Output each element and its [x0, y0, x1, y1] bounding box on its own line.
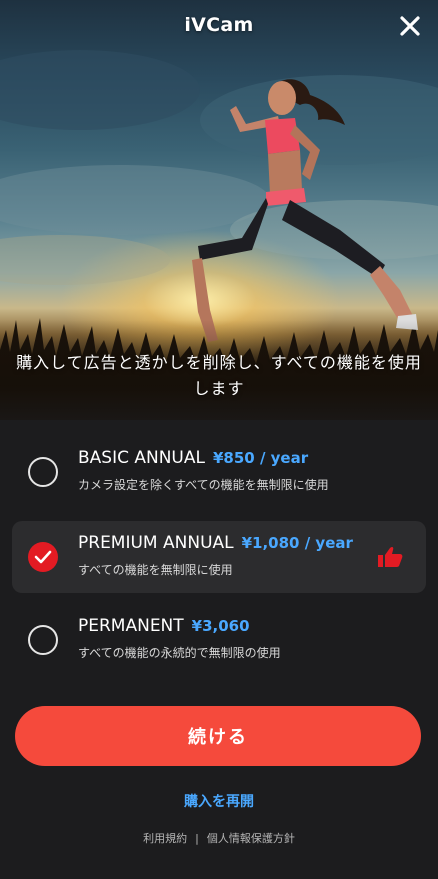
radio-checked[interactable]: [28, 542, 58, 572]
app-title: iVCam: [184, 14, 254, 36]
radio-unchecked[interactable]: [28, 625, 58, 655]
plan-name-row: PREMIUM ANNUAL ¥1,080 / year: [78, 533, 353, 553]
privacy-policy-link[interactable]: 個人情報保護方針: [207, 832, 295, 845]
runner-silhouette: [192, 79, 418, 342]
plan-name: PREMIUM ANNUAL: [78, 533, 234, 553]
plan-name-row: BASIC ANNUAL ¥850 / year: [78, 448, 308, 468]
plan-name: BASIC ANNUAL: [78, 448, 205, 468]
hero-banner: iVCam 購入して広告と透かしを削除し、すべての機能を使用します: [0, 0, 438, 440]
hero-tagline: 購入して広告と透かしを削除し、すべての機能を使用します: [16, 353, 422, 398]
plan-price: ¥3,060: [191, 617, 250, 635]
plan-basic-annual[interactable]: BASIC ANNUAL ¥850 / year カメラ設定を除くすべての機能を無…: [12, 436, 426, 508]
restore-purchase-link[interactable]: 購入を再開: [0, 791, 438, 811]
plan-description: すべての機能を無制限に使用: [78, 563, 233, 577]
close-icon: [400, 16, 420, 36]
close-button[interactable]: [396, 12, 424, 40]
plan-description: すべての機能の永続的で無制限の使用: [78, 646, 281, 660]
footer-links: 利用規約 | 個人情報保護方針: [0, 830, 438, 846]
thumbs-up-icon: [378, 546, 403, 567]
plan-price: ¥1,080 / year: [241, 534, 353, 552]
continue-button[interactable]: 続ける: [15, 706, 421, 766]
plan-name: PERMANENT: [78, 616, 184, 636]
radio-unchecked[interactable]: [28, 457, 58, 487]
terms-link[interactable]: 利用規約: [143, 832, 187, 845]
plan-name-row: PERMANENT ¥3,060: [78, 616, 250, 636]
plan-permanent[interactable]: PERMANENT ¥3,060 すべての機能の永続的で無制限の使用: [12, 604, 426, 676]
plan-price: ¥850 / year: [212, 449, 309, 467]
checkmark-icon: [34, 550, 52, 564]
plan-description: カメラ設定を除くすべての機能を無制限に使用: [78, 478, 329, 492]
footer-separator: |: [195, 832, 199, 845]
plan-premium-annual[interactable]: PREMIUM ANNUAL ¥1,080 / year すべての機能を無制限に使…: [12, 521, 426, 593]
